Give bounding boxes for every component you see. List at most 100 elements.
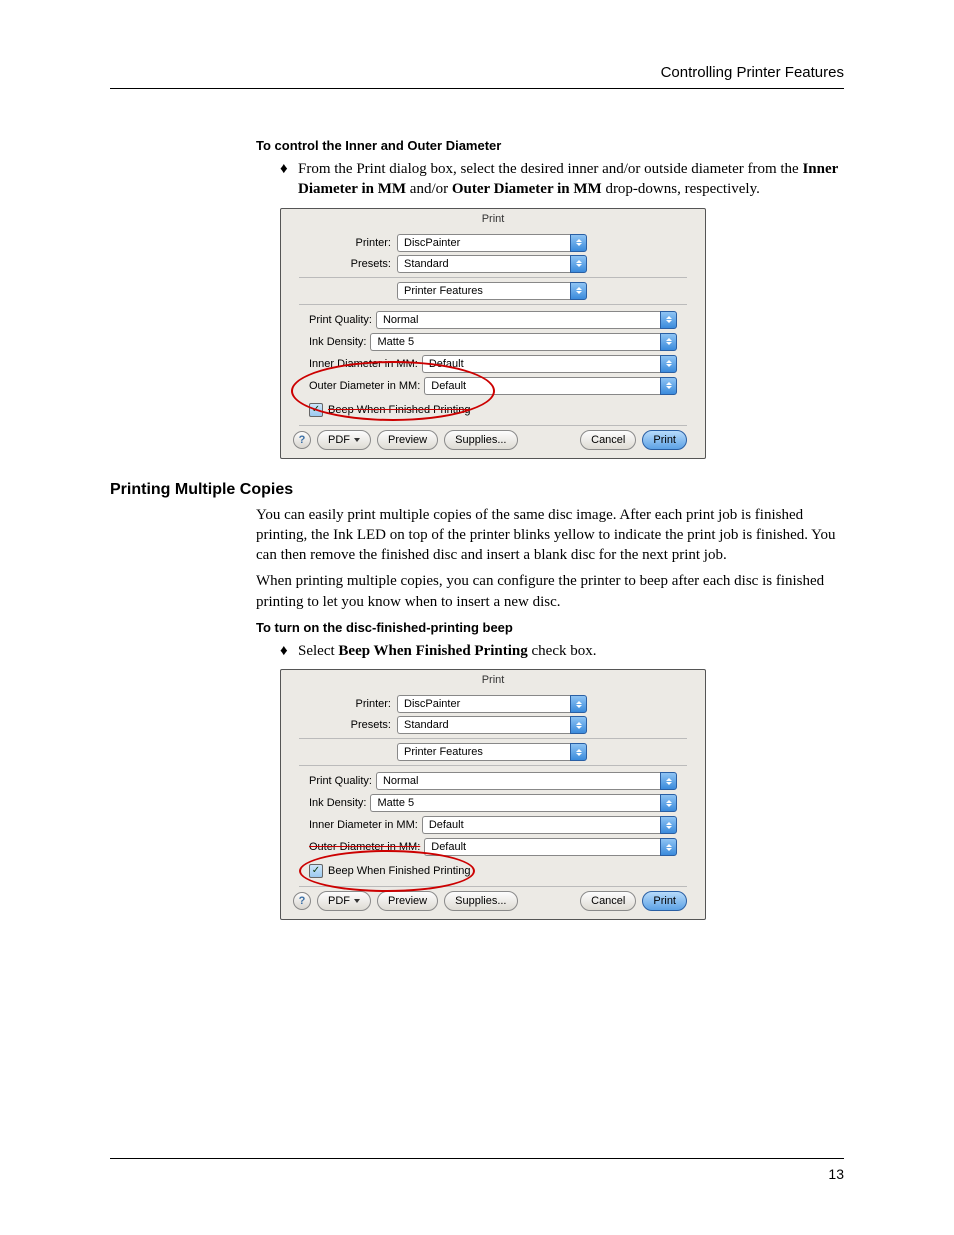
print-dialog: Print Printer: DiscPainter Presets: Stan…	[280, 669, 706, 920]
diamond-bullet-icon: ♦	[280, 641, 298, 661]
supplies-button[interactable]: Supplies...	[444, 891, 517, 911]
ink-density-label: Ink Density:	[309, 336, 370, 348]
pdf-menu-button[interactable]: PDF	[317, 430, 371, 450]
ink-density-label: Ink Density:	[309, 797, 370, 809]
page-header: Controlling Printer Features	[661, 64, 844, 81]
dropdown-arrows-icon	[660, 816, 677, 834]
page-body: To control the Inner and Outer Diameter …	[110, 130, 844, 926]
checkmark-icon: ✓	[309, 403, 323, 417]
printer-value: DiscPainter	[404, 698, 460, 710]
bullet-1: ♦ From the Print dialog box, select the …	[280, 159, 844, 200]
presets-label: Presets:	[299, 719, 397, 731]
dropdown-arrows-icon	[570, 695, 587, 713]
print-button[interactable]: Print	[642, 430, 687, 450]
print-quality-select[interactable]: Normal	[376, 772, 677, 790]
print-quality-select[interactable]: Normal	[376, 311, 677, 329]
printer-label: Printer:	[299, 237, 397, 249]
dropdown-arrows-icon	[660, 377, 677, 395]
divider	[299, 425, 687, 426]
page: Controlling Printer Features To control …	[0, 0, 954, 1235]
section2-p2: When printing multiple copies, you can c…	[256, 571, 844, 612]
preview-button[interactable]: Preview	[377, 891, 438, 911]
inner-diameter-value: Default	[429, 819, 464, 831]
divider	[299, 738, 687, 739]
ink-density-value: Matte 5	[377, 797, 414, 809]
page-number: 13	[828, 1166, 844, 1182]
dialog-title: Print	[281, 209, 705, 231]
inner-diameter-label: Inner Diameter in MM:	[309, 358, 422, 370]
supplies-button[interactable]: Supplies...	[444, 430, 517, 450]
screenshot-2: Print Printer: DiscPainter Presets: Stan…	[280, 669, 844, 920]
printer-features-group: Print Quality: Normal Ink Density: Matte…	[309, 311, 677, 419]
dropdown-arrows-icon	[570, 716, 587, 734]
beep-checkbox[interactable]: ✓ Beep When Finished Printing	[309, 864, 470, 878]
outer-diameter-select[interactable]: Default	[424, 838, 677, 856]
inner-diameter-value: Default	[429, 358, 464, 370]
bullet-2-text: Select Beep When Finished Printing check…	[298, 641, 844, 661]
bullet-2-post: check box.	[528, 643, 597, 659]
print-quality-value: Normal	[383, 775, 418, 787]
divider	[299, 765, 687, 766]
ink-density-select[interactable]: Matte 5	[370, 794, 677, 812]
printer-select[interactable]: DiscPainter	[397, 695, 587, 713]
dropdown-arrows-icon	[570, 282, 587, 300]
pdf-label: PDF	[328, 895, 350, 907]
cancel-button[interactable]: Cancel	[580, 891, 636, 911]
printer-features-group: Print Quality: Normal Ink Density: Matte…	[309, 772, 677, 880]
beep-label: Beep When Finished Printing	[328, 865, 470, 877]
dropdown-arrows-icon	[570, 234, 587, 252]
outer-diameter-value: Default	[431, 380, 466, 392]
cancel-button[interactable]: Cancel	[580, 430, 636, 450]
presets-value: Standard	[404, 258, 449, 270]
bullet-1-text: From the Print dialog box, select the de…	[298, 159, 844, 200]
button-bar: ? PDF Preview Supplies... Cancel Print	[293, 891, 693, 911]
pane-select[interactable]: Printer Features	[397, 282, 587, 300]
inner-diameter-select[interactable]: Default	[422, 355, 677, 373]
footer-rule	[110, 1158, 844, 1159]
outer-diameter-select[interactable]: Default	[424, 377, 677, 395]
dialog-title: Print	[281, 670, 705, 692]
ink-density-select[interactable]: Matte 5	[370, 333, 677, 351]
bullet-1-post: drop-downs, respectively.	[602, 181, 760, 197]
dropdown-arrows-icon	[660, 333, 677, 351]
bullet-1-b2: Outer Diameter in MM	[452, 181, 602, 197]
dropdown-arrows-icon	[660, 311, 677, 329]
help-button[interactable]: ?	[293, 892, 311, 910]
print-quality-label: Print Quality:	[309, 775, 376, 787]
help-button[interactable]: ?	[293, 431, 311, 449]
dropdown-arrows-icon	[660, 355, 677, 373]
header-rule	[110, 88, 844, 89]
pane-value: Printer Features	[404, 285, 483, 297]
printer-label: Printer:	[299, 698, 397, 710]
divider	[299, 886, 687, 887]
print-dialog: Print Printer: DiscPainter Presets: Stan…	[280, 208, 706, 459]
print-quality-label: Print Quality:	[309, 314, 376, 326]
pdf-menu-button[interactable]: PDF	[317, 891, 371, 911]
presets-value: Standard	[404, 719, 449, 731]
printer-value: DiscPainter	[404, 237, 460, 249]
dropdown-arrows-icon	[570, 743, 587, 761]
checkmark-icon: ✓	[309, 864, 323, 878]
presets-select[interactable]: Standard	[397, 716, 587, 734]
print-button[interactable]: Print	[642, 891, 687, 911]
bullet-2-pre: Select	[298, 643, 338, 659]
screenshot-1: Print Printer: DiscPainter Presets: Stan…	[280, 208, 844, 459]
divider	[299, 304, 687, 305]
printer-select[interactable]: DiscPainter	[397, 234, 587, 252]
preview-button[interactable]: Preview	[377, 430, 438, 450]
bullet-1-pre: From the Print dialog box, select the de…	[298, 161, 802, 177]
pane-value: Printer Features	[404, 746, 483, 758]
dropdown-arrows-icon	[660, 838, 677, 856]
pane-select[interactable]: Printer Features	[397, 743, 587, 761]
bullet-2-b: Beep When Finished Printing	[338, 643, 527, 659]
inner-diameter-select[interactable]: Default	[422, 816, 677, 834]
presets-label: Presets:	[299, 258, 397, 270]
presets-select[interactable]: Standard	[397, 255, 587, 273]
ink-density-value: Matte 5	[377, 336, 414, 348]
beep-checkbox[interactable]: ✓ Beep When Finished Printing	[309, 403, 470, 417]
button-bar: ? PDF Preview Supplies... Cancel Print	[293, 430, 693, 450]
bullet-1-mid: and/or	[406, 181, 452, 197]
beep-label: Beep When Finished Printing	[328, 404, 470, 416]
print-quality-value: Normal	[383, 314, 418, 326]
divider	[299, 277, 687, 278]
